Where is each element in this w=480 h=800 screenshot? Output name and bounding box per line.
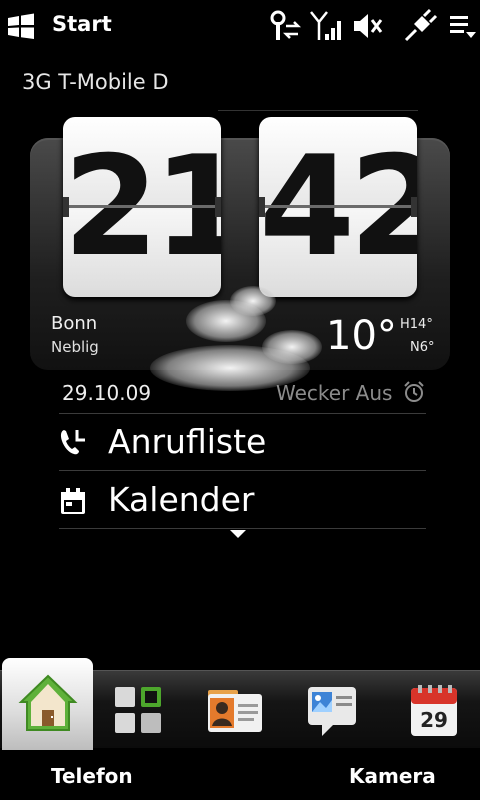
alarm-status[interactable]: Wecker Aus (276, 381, 392, 405)
call-history-icon[interactable] (58, 427, 88, 457)
divider (218, 110, 418, 111)
divider (59, 528, 426, 529)
flip-hinge (259, 205, 417, 208)
calendar-icon[interactable] (58, 486, 88, 516)
flip-hinge-left (259, 197, 265, 217)
signal-strength-icon (310, 11, 341, 40)
clock-minutes[interactable]: 42 (259, 117, 417, 297)
flip-hinge-right (215, 197, 221, 217)
speaker-muted-icon (354, 14, 383, 38)
weather-low: N6° (410, 340, 435, 355)
softkey-right[interactable]: Kamera (349, 764, 436, 788)
divider (59, 470, 426, 471)
usb-connection-icon (404, 8, 438, 42)
date-label: 29.10.09 (62, 381, 152, 405)
alarm-clock-icon[interactable] (402, 380, 426, 404)
message-icon[interactable] (304, 684, 360, 740)
windows-flag-icon[interactable] (6, 12, 36, 40)
contact-card-icon[interactable] (206, 684, 262, 740)
operator-name: 3G T-Mobile D (22, 70, 169, 94)
flip-hinge-right (411, 197, 417, 217)
scroll-more-indicator[interactable] (230, 530, 246, 538)
favorites-grid-icon[interactable] (110, 684, 166, 740)
clock-hours[interactable]: 21 (63, 117, 221, 297)
home-icon (18, 674, 78, 731)
shortcut-label[interactable]: Kalender (108, 480, 255, 519)
calendar-tab-day: 29 (420, 708, 448, 732)
softkey-left[interactable]: Telefon (51, 764, 133, 788)
flip-hinge (63, 205, 221, 208)
tab-calendar[interactable]: 29 (406, 684, 462, 740)
weather-high: H14° (400, 317, 433, 332)
antenna-sync-icon (270, 10, 302, 40)
fog-cloud-icon (230, 286, 276, 316)
start-menu-label[interactable]: Start (52, 12, 112, 36)
menu-icon[interactable] (448, 8, 478, 44)
status-bar: Start (0, 0, 480, 52)
shortcut-label[interactable]: Anrufliste (108, 422, 266, 461)
weather-temperature: 10° (326, 313, 397, 359)
flip-hinge-left (63, 197, 69, 217)
tab-home[interactable] (2, 658, 93, 750)
divider (59, 413, 426, 414)
weather-city: Bonn (51, 313, 98, 334)
weather-condition: Neblig (51, 338, 99, 356)
fog-cloud-icon (262, 330, 322, 364)
